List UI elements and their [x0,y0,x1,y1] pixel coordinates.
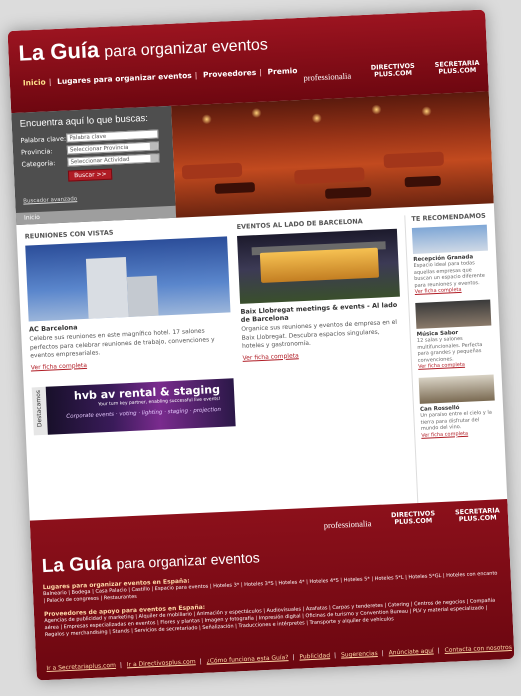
nav-premio[interactable]: Premio [264,66,300,77]
stage: La Guía para organizar eventos Inicio | L… [0,0,521,696]
section-heading: TE RECOMENDAMOS [411,211,486,224]
link-advertising[interactable]: Publicidad [299,652,334,660]
category-label: Categoría: [21,158,56,169]
recommended-item: Recepción Granada Espacio ideal para tod… [411,224,490,295]
recommended-item: Can Rosselló Un paraíso entre el cielo y… [418,374,497,438]
partner-label: PLUS.COM [458,513,497,524]
secretariaplus-logo[interactable]: SECRETARIA PLUS.COM [455,506,500,524]
footer-partner-logos: professionalia DIRECTIVOS PLUS.COM SECRET… [323,506,500,531]
partner-label: professionalia [323,518,372,531]
directivosplus-logo[interactable]: DIRECTIVOS PLUS.COM [391,509,436,527]
main-content: REUNIONES CON VISTAS AC Barcelona Celebr… [16,203,507,524]
listing-description: Organice sus reuniones y eventos de empr… [241,318,398,350]
column-middle: EVENTOS AL LADO DE BARCELONA Baix Llobre… [236,216,409,515]
province-label: Provincia: [20,146,53,157]
partner-logos: professionalia DIRECTIVOS PLUS.COM SECRET… [303,59,480,83]
directivosplus-logo[interactable]: DIRECTIVOS PLUS.COM [371,62,416,79]
logo-name: La Guía [41,553,112,578]
logo-name: La Guía [17,37,100,66]
recommended-photo[interactable] [411,224,488,255]
search-title: Encuentra aquí lo que buscas: [19,112,149,130]
section-heading: EVENTOS AL LADO DE BARCELONA [236,217,363,231]
logo-tagline: para organizar eventos [103,36,269,61]
hvb-ad[interactable]: hvb av rental & staging Your turn key pa… [45,377,236,435]
professionalia-logo[interactable]: professionalia [303,70,352,83]
recommended-photo[interactable] [415,299,492,329]
recommended-sidebar: TE RECOMENDAMOS Recepción Granada Espaci… [404,211,500,508]
logo-tagline: para organizar eventos [116,549,260,572]
link-contact[interactable]: Contacta con nosotros [444,644,514,654]
nav-proveedores[interactable]: Proveedores [200,68,260,80]
professionalia-logo[interactable]: professionalia [323,518,372,531]
search-panel: Encuentra aquí lo que buscas: Palabra cl… [11,105,177,225]
advanced-search-link[interactable]: Buscador avanzado [23,196,77,204]
main-nav: Inicio | Lugares para organizar eventos | … [20,66,301,88]
partner-label: professionalia [303,70,352,83]
link-suggestions[interactable]: Sugerencias [341,650,382,659]
venue-photo[interactable] [237,228,400,304]
website-page: La Guía para organizar eventos Inicio | L… [7,9,515,681]
ad-services: Corporate events · voting · lighting · s… [66,406,222,420]
partner-label: PLUS.COM [438,65,477,76]
partner-label: PLUS.COM [394,516,433,527]
hero-photo [171,91,494,218]
category-select[interactable]: Seleccionar Actividad [67,153,160,167]
hotel-photo[interactable] [25,236,231,322]
column-left: REUNIONES CON VISTAS AC Barcelona Celebr… [25,223,240,524]
secretariaplus-logo[interactable]: SECRETARIA PLUS.COM [435,59,480,76]
hero: Encuentra aquí lo que buscas: Palabra cl… [11,91,494,225]
featured-label: Destacamos [34,389,44,427]
site-logo[interactable]: La Guía para organizar eventos [18,29,268,66]
search-button[interactable]: Buscar >> [67,168,113,182]
featured-banner: Destacamos hvb av rental & staging Your … [31,377,236,435]
recommended-item: Música Sabor 12 salas y salones multifun… [415,299,493,370]
nav-inicio[interactable]: Inicio [20,77,49,87]
link-how-it-works[interactable]: ¿Cómo funciona esta Guía? [206,654,292,665]
link-advertise-here[interactable]: Anúnciate aquí [388,647,437,656]
site-footer: professionalia DIRECTIVOS PLUS.COM SECRET… [29,498,515,681]
link-directivosplus[interactable]: Ir a Directivosplus.com [127,658,200,668]
partner-label: PLUS.COM [373,68,413,79]
footer-bottom-links: Ir a Secretariaplus.com | Ir a Directivos… [46,644,512,672]
nav-lugares[interactable]: Lugares para organizar eventos [54,71,195,86]
province-select[interactable]: Seleccionar Provincia [66,141,160,155]
recommended-description: Espacio ideal para todas aquellas empres… [413,260,486,289]
recommended-photo[interactable] [418,374,495,404]
link-secretariaplus[interactable]: Ir a Secretariaplus.com [46,662,120,672]
keyword-label: Palabra clave: [20,134,67,145]
recommended-description: 12 salas y salones multifuncionales. Per… [416,335,483,364]
keyword-input[interactable]: Palabra clave [66,129,159,143]
